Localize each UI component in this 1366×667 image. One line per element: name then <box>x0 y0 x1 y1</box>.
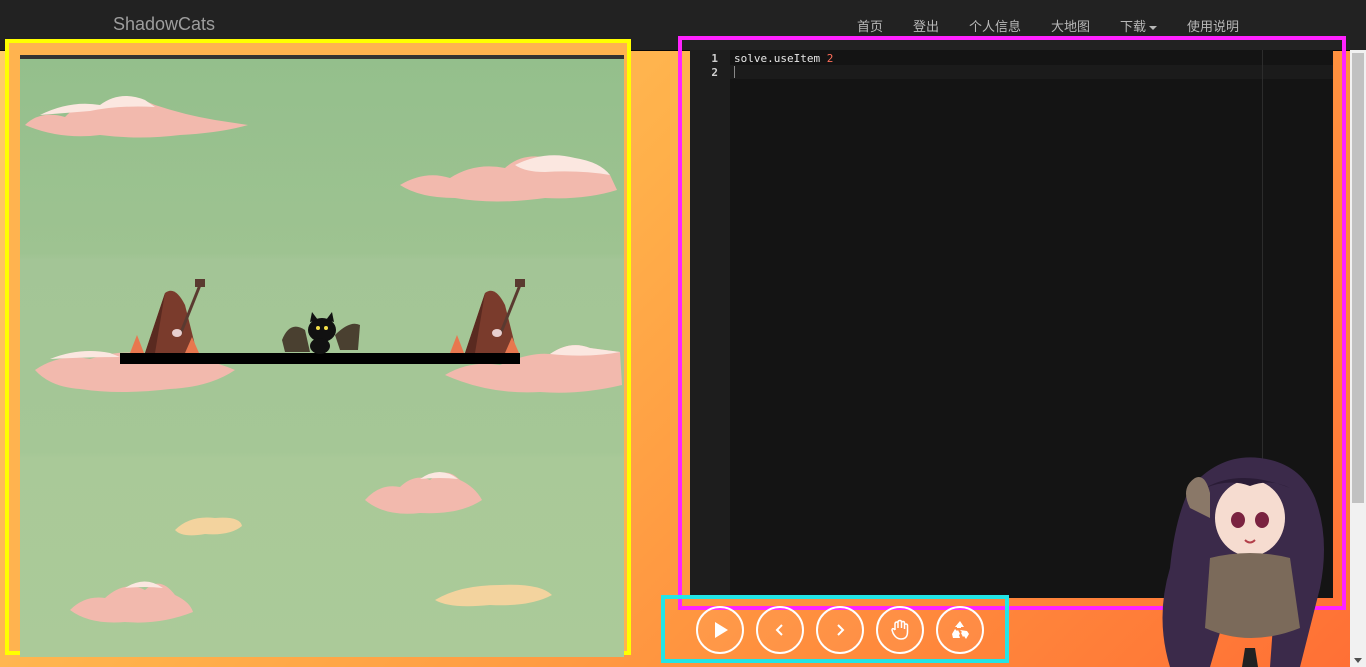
page-scrollbar[interactable] <box>1350 50 1366 667</box>
rock-shovel-icon <box>130 279 205 353</box>
nav-logout[interactable]: 登出 <box>913 16 939 35</box>
recycle-reset-icon <box>952 621 969 639</box>
dust-cloud-icon <box>175 517 242 536</box>
nav-help[interactable]: 使用说明 <box>1187 16 1239 35</box>
step-back-button[interactable] <box>756 606 804 654</box>
cat-character-icon[interactable] <box>280 310 365 355</box>
game-canvas[interactable] <box>20 55 624 657</box>
nav-download-dropdown[interactable]: 下载 <box>1120 16 1158 35</box>
step-forward-button[interactable] <box>816 606 864 654</box>
step-back-icon <box>775 624 783 636</box>
brand-logo[interactable]: ShadowCats <box>113 14 215 35</box>
step-forward-icon <box>837 624 845 636</box>
stop-button[interactable] <box>876 606 924 654</box>
text-cursor <box>734 66 735 78</box>
editor-gutter: 1 2 <box>690 50 730 598</box>
nav-download-label: 下载 <box>1120 20 1147 35</box>
game-top-strip <box>20 55 624 59</box>
line-number: 1 <box>711 52 718 65</box>
stop-hand-icon <box>891 619 909 640</box>
nav-home[interactable]: 首页 <box>857 16 883 35</box>
active-line-highlight <box>730 65 1333 79</box>
play-icon <box>715 622 728 638</box>
caret-down-icon <box>1149 25 1158 30</box>
code-number-literal: 2 <box>826 52 834 65</box>
cloud-icon <box>70 581 193 623</box>
anime-character-illustration <box>1162 457 1324 667</box>
scroll-down-arrow-icon[interactable] <box>1354 658 1362 663</box>
scrollbar-thumb[interactable] <box>1352 53 1364 503</box>
reset-button[interactable] <box>936 606 984 654</box>
code-line-1[interactable]: solve.useItem 2 <box>734 52 833 65</box>
nav-world-map[interactable]: 大地图 <box>1051 16 1090 35</box>
cloud-icon <box>365 472 482 514</box>
code-text: solve.useItem <box>734 52 827 65</box>
cloud-icon <box>400 155 617 202</box>
cloud-icon <box>25 96 248 138</box>
run-button[interactable] <box>696 606 744 654</box>
game-panel-highlight <box>5 39 631 657</box>
dust-cloud-icon <box>435 584 552 607</box>
rock-shovel-icon <box>450 279 525 353</box>
line-number: 2 <box>711 66 718 79</box>
nav-profile[interactable]: 个人信息 <box>969 16 1021 35</box>
